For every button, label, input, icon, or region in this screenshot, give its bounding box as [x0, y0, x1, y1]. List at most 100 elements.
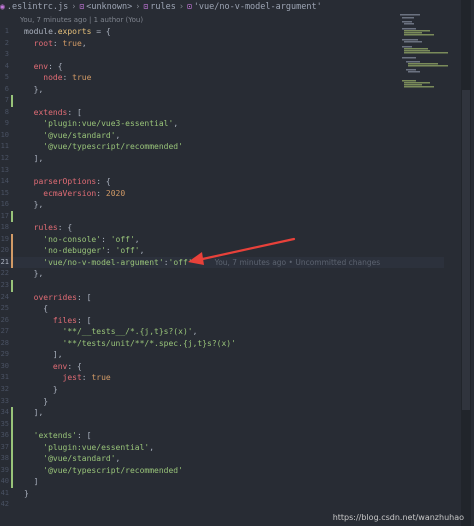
code-line[interactable]: 36 'extends': [ [0, 430, 444, 442]
code-token: jest [24, 373, 82, 383]
code-token: module. [24, 27, 58, 36]
code-token: , [173, 119, 179, 129]
code-line[interactable]: 8 extends: [ [0, 107, 444, 119]
git-modified-marker[interactable] [11, 256, 13, 269]
line-number: 28 [0, 338, 9, 347]
line-number: 23 [0, 281, 9, 290]
line-number: 38 [0, 454, 9, 463]
code-token: : [96, 188, 106, 198]
code-line[interactable]: 40 ] [0, 476, 444, 488]
git-added-marker[interactable] [11, 430, 13, 442]
git-added-marker[interactable] [11, 418, 13, 431]
git-added-marker[interactable] [11, 464, 13, 477]
breadcrumb-file[interactable]: .eslintrc.js [7, 0, 68, 14]
breadcrumb-rule[interactable]: 'vue/no-v-model-argument' [194, 0, 322, 14]
code-line[interactable]: 23 [0, 280, 444, 292]
git-modified-marker[interactable] [11, 245, 13, 257]
code-token: : [ [76, 292, 92, 302]
code-text: '**/__tests__/*.{j,t}s?(x)', [24, 326, 198, 338]
code-line[interactable]: 25 { [0, 303, 444, 315]
code-token: ], [24, 350, 63, 360]
code-token: }, [24, 269, 44, 279]
code-text: 'no-console': 'off', [24, 234, 139, 246]
code-text: 'plugin:vue/vue3-essential', [24, 118, 178, 130]
codelens-blame[interactable]: You, 7 minutes ago | 1 author (You) [20, 14, 143, 26]
code-line[interactable]: 18 rules: { [0, 222, 444, 234]
git-added-marker[interactable] [11, 280, 13, 292]
code-line[interactable]: 26 files: [ [0, 315, 444, 327]
code-line[interactable]: 29 ], [0, 349, 444, 361]
breadcrumb-rules[interactable]: rules [150, 0, 176, 14]
code-line[interactable]: 14 parserOptions: { [0, 176, 444, 188]
code-line[interactable]: 9 'plugin:vue/vue3-essential', [0, 118, 444, 130]
code-line[interactable]: 6 }, [0, 84, 444, 96]
line-number: 39 [0, 465, 9, 474]
code-line[interactable]: 13 [0, 165, 444, 177]
code-line[interactable]: 34 ], [0, 407, 444, 419]
code-token: : [ [67, 107, 82, 117]
code-token: true [72, 73, 92, 83]
line-number: 33 [0, 396, 9, 405]
line-number: 21 [0, 257, 9, 266]
code-line[interactable]: 38 '@vue/standard', [0, 453, 444, 465]
line-number: 24 [0, 292, 9, 301]
code-text: overrides: [ [24, 292, 92, 304]
line-number: 20 [0, 246, 9, 255]
git-added-marker[interactable] [11, 407, 13, 419]
code-text: } [24, 384, 58, 396]
breadcrumb[interactable]: ◉ .eslintrc.js › ⊡ <unknown> › ⊡ rules › ⊡'vue/no… [0, 0, 474, 14]
code-token: } [24, 396, 49, 406]
code-line[interactable]: 7 [0, 95, 444, 107]
code-line[interactable]: 17 [0, 210, 444, 223]
line-number: 2 [4, 38, 9, 47]
code-line[interactable]: 28 '**/tests/unit/**/*.spec.{j,t}s?(x)' [0, 338, 444, 350]
watermark: https://blog.csdn.net/wanzhuhao [332, 513, 464, 522]
code-line[interactable]: 33 } [0, 396, 444, 408]
code-line[interactable]: 42 [0, 499, 444, 511]
scrollbar-thumb[interactable] [462, 90, 470, 410]
code-token: , [115, 454, 121, 464]
code-line[interactable]: 2 root: true, [0, 38, 444, 50]
code-line[interactable]: 1 module.exports = { [0, 26, 444, 38]
code-line[interactable]: 5 node: true [0, 72, 444, 84]
symbol-icon: ⊡ [79, 2, 85, 11]
code-line[interactable]: 11 '@vue/typescript/recommended' [0, 141, 444, 153]
code-token: ecmaVersion [24, 188, 97, 198]
code-line[interactable]: 35 [0, 418, 444, 431]
code-token: files [24, 315, 77, 325]
code-line[interactable]: 15 ecmaVersion: 2020 [0, 188, 444, 200]
code-line[interactable]: 10 '@vue/standard', [0, 130, 444, 142]
code-token: overrides [24, 292, 77, 302]
git-added-marker[interactable] [11, 441, 13, 454]
code-line[interactable]: 41} [0, 488, 444, 500]
code-line[interactable]: 31 jest: true [0, 372, 444, 384]
code-line[interactable]: 3 [0, 49, 444, 61]
git-added-marker[interactable] [11, 95, 13, 107]
code-text: 'no-debugger': 'off', [24, 245, 144, 257]
line-number: 41 [0, 488, 9, 497]
code-line[interactable]: 37 'plugin:vue/essential', [0, 441, 444, 454]
code-line[interactable]: 22 }, [0, 268, 444, 280]
code-line[interactable]: 12 ], [0, 153, 444, 165]
code-token: '**/tests/unit/**/*.spec.{j,t}s?(x)' [24, 338, 236, 348]
code-text: '@vue/typescript/recommended' [24, 141, 183, 153]
code-token: : [ [76, 431, 92, 441]
line-number: 1 [4, 27, 9, 35]
code-editor[interactable]: 1 module.exports = {2 root: true, 3 4 env: … [0, 26, 444, 511]
code-line[interactable]: 27 '**/__tests__/*.{j,t}s?(x)', [0, 326, 444, 338]
line-number: 22 [0, 269, 9, 278]
git-added-marker[interactable] [11, 476, 13, 488]
code-line[interactable]: 32 } [0, 384, 444, 396]
breadcrumb-unknown[interactable]: <unknown> [86, 0, 132, 14]
git-modified-marker[interactable] [11, 233, 13, 246]
code-line[interactable]: 30 env: { [0, 361, 444, 373]
code-line[interactable]: 4 env: { [0, 61, 444, 73]
minimap[interactable] [400, 14, 458, 134]
code-token: '@vue/typescript/recommended' [24, 465, 183, 475]
git-added-marker[interactable] [11, 453, 13, 465]
code-token: true [91, 373, 111, 383]
code-line[interactable]: 24 overrides: [ [0, 292, 444, 304]
git-added-marker[interactable] [11, 210, 13, 223]
code-line[interactable]: 16 }, [0, 199, 444, 211]
code-line[interactable]: 39 '@vue/typescript/recommended' [0, 464, 444, 477]
